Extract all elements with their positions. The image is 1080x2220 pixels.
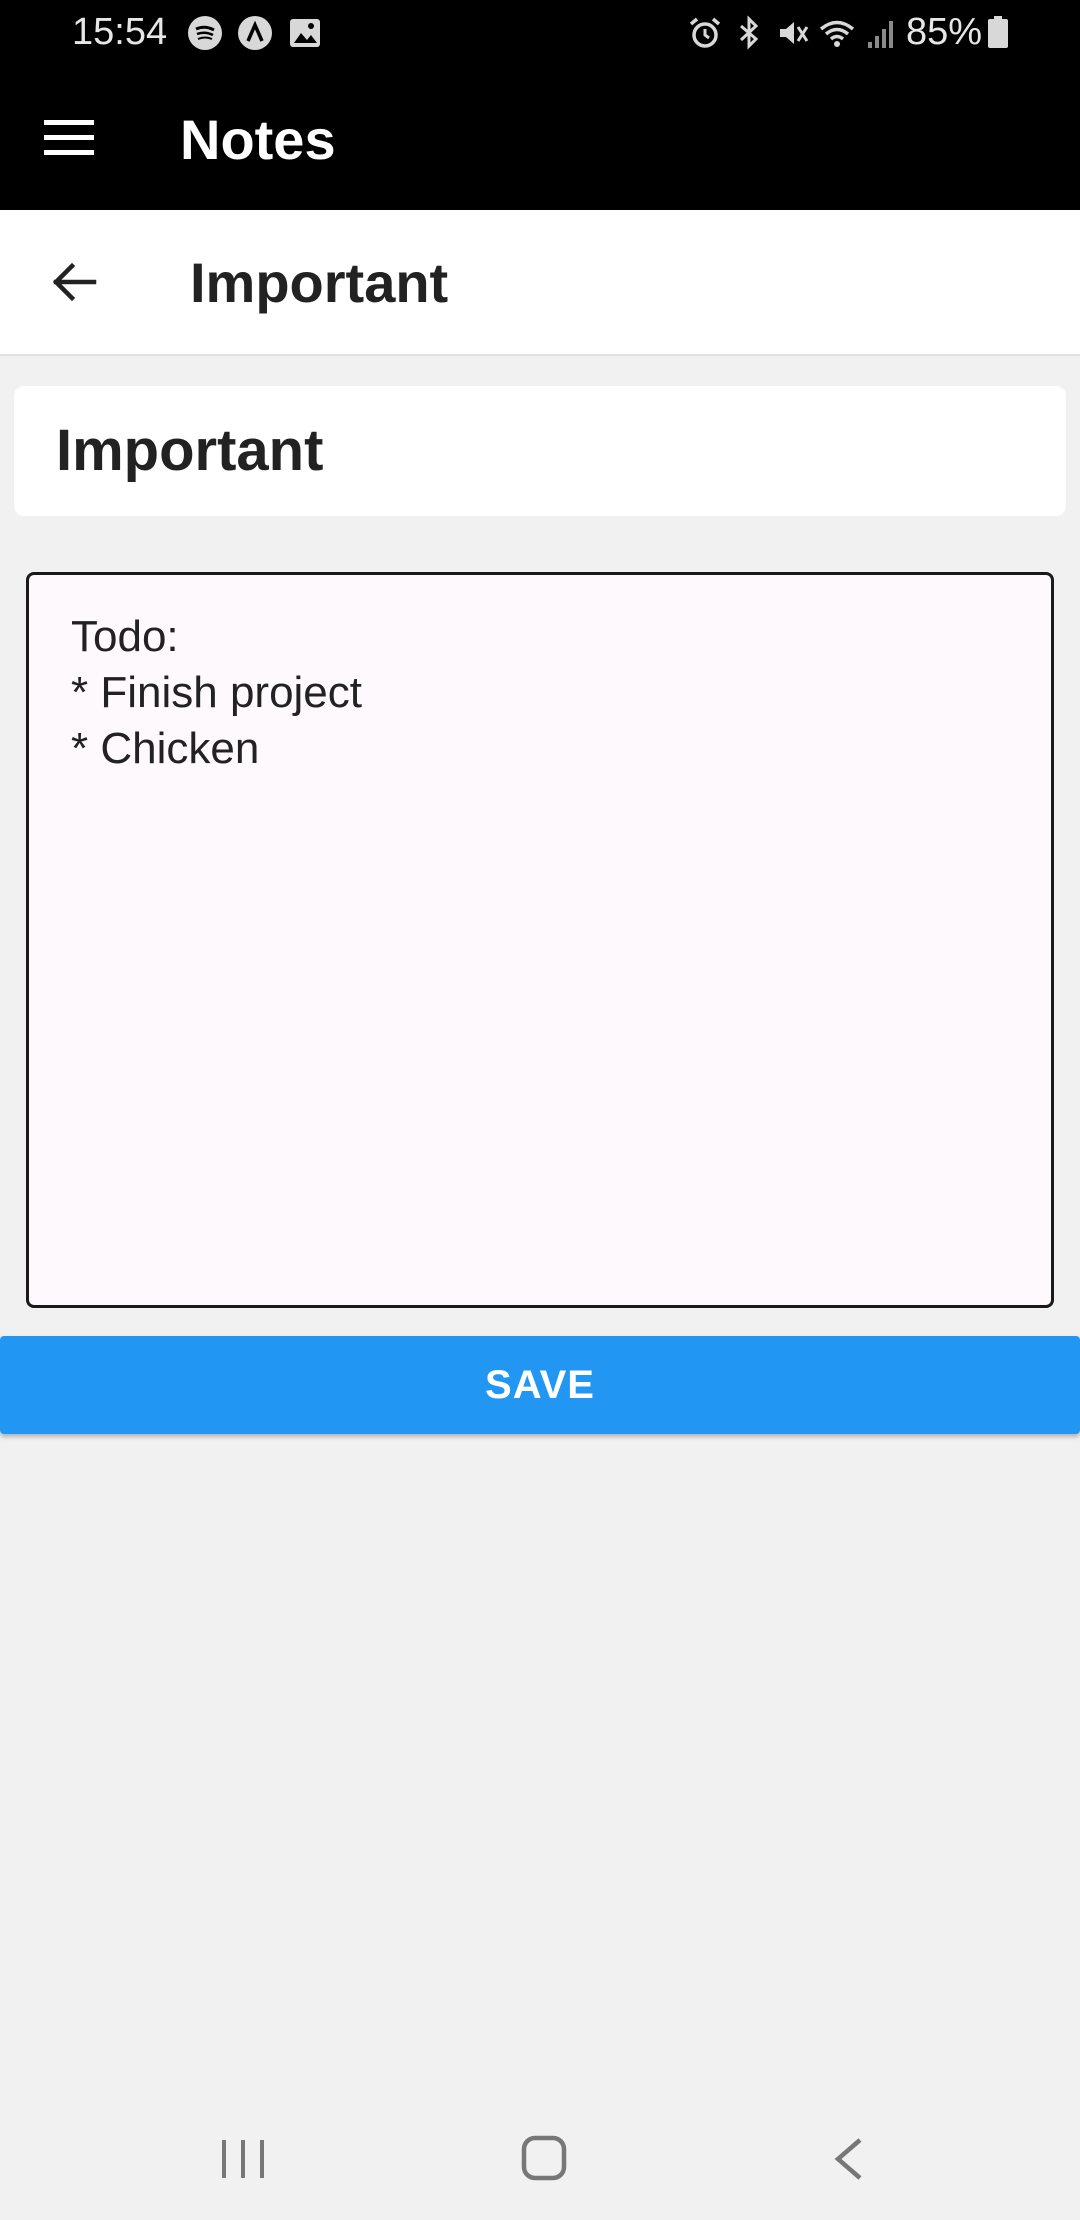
app-bar: Notes: [0, 64, 1080, 210]
system-nav-bar: [0, 2100, 1080, 2220]
battery-icon: [988, 16, 1008, 48]
spotify-icon: [188, 16, 222, 50]
note-body-line: * Chicken: [71, 724, 260, 773]
status-right-icons: [686, 14, 900, 52]
note-body-field[interactable]: Todo: * Finish project * Chicken: [26, 572, 1054, 1308]
recents-icon[interactable]: [218, 2136, 268, 2182]
status-left-icons: [186, 14, 324, 52]
gallery-icon: [290, 19, 320, 47]
note-header: Important: [0, 210, 1080, 356]
battery-percentage: 85%: [906, 11, 983, 53]
mute-icon: [780, 22, 809, 44]
alarm-icon: [689, 17, 721, 48]
header-title: Important: [190, 251, 449, 314]
note-title-field[interactable]: Important: [14, 386, 1066, 516]
signal-icon: [868, 21, 893, 48]
note-body-line: Todo:: [71, 612, 179, 661]
status-bar: 15:54 85%: [0, 0, 1080, 64]
nav-back-icon[interactable]: [830, 2136, 866, 2182]
save-button[interactable]: SAVE: [0, 1336, 1080, 1434]
wifi-icon: [819, 20, 855, 47]
save-label: SAVE: [485, 1362, 595, 1407]
menu-icon[interactable]: [44, 118, 94, 158]
app-title: Notes: [180, 108, 336, 171]
note-title-text: Important: [56, 418, 324, 483]
status-time: 15:54: [72, 11, 168, 53]
app-icon: [238, 16, 272, 50]
back-arrow-icon[interactable]: [50, 258, 98, 306]
bluetooth-icon: [739, 15, 759, 50]
note-body-line: * Finish project: [71, 668, 363, 717]
home-icon[interactable]: [520, 2134, 568, 2182]
